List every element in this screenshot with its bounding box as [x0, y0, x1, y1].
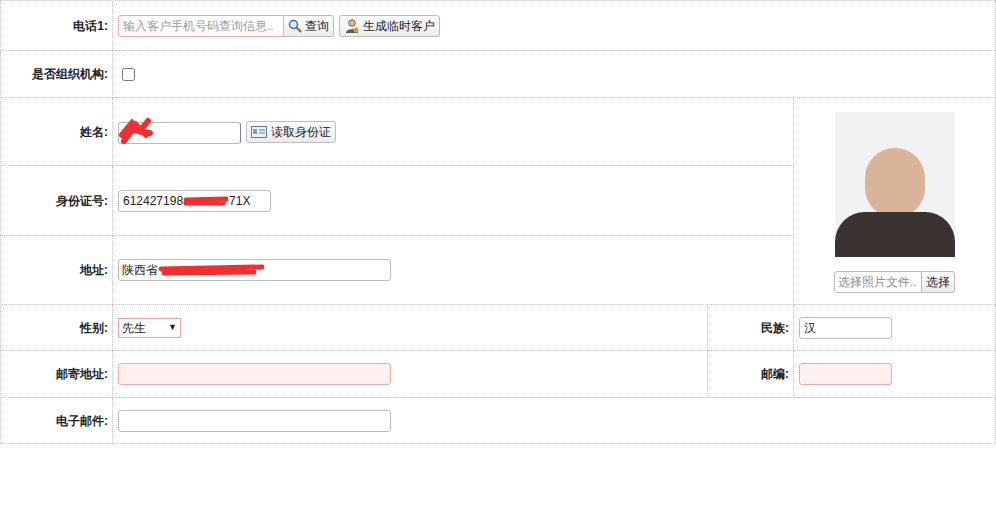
- temp-customer-label: 生成临时客户: [363, 17, 435, 35]
- gender-select[interactable]: 先生 ▼: [118, 318, 181, 338]
- organization-checkbox[interactable]: [122, 68, 135, 81]
- temp-customer-button[interactable]: 生成临时客户: [339, 15, 440, 37]
- id-number-end: 71X: [229, 192, 250, 210]
- mail-address-cell: [113, 351, 708, 398]
- name-cell: 读取身份证: [113, 98, 794, 166]
- customer-photo: [835, 112, 955, 257]
- ethnicity-value: 汉: [804, 319, 816, 337]
- redaction-mark: [118, 115, 154, 145]
- gender-value: 先生: [122, 319, 146, 337]
- gender-label: 性别:: [1, 305, 113, 351]
- postcode-input[interactable]: [799, 363, 892, 385]
- phone-label: 电话1:: [1, 1, 113, 51]
- redaction-mark: [183, 195, 229, 207]
- postcode-label: 邮编:: [708, 351, 794, 398]
- photo-file-input[interactable]: [834, 271, 922, 293]
- address-cell: 陕西省: [113, 236, 794, 305]
- read-id-label: 读取身份证: [271, 123, 331, 141]
- organization-label: 是否组织机构:: [1, 51, 113, 98]
- ethnicity-input[interactable]: 汉: [799, 317, 892, 339]
- redaction-mark: [158, 263, 266, 277]
- address-value: 陕西省: [122, 261, 158, 279]
- email-input[interactable]: [118, 410, 391, 432]
- id-number-start: 612427198: [123, 192, 183, 210]
- ethnicity-label: 民族:: [708, 305, 794, 351]
- organization-cell: [113, 51, 996, 98]
- search-button[interactable]: 查询: [284, 15, 334, 37]
- id-card-icon: [251, 126, 267, 138]
- phone-input[interactable]: [118, 15, 284, 37]
- read-id-button[interactable]: 读取身份证: [246, 121, 336, 143]
- mail-address-input[interactable]: [118, 363, 391, 385]
- magnifier-icon: [288, 19, 302, 33]
- id-number-label: 身份证号:: [1, 166, 113, 236]
- phone-cell: 查询 生成临时客户: [113, 1, 996, 51]
- email-label: 电子邮件:: [1, 398, 113, 444]
- photo-cell: 选择: [794, 98, 996, 305]
- address-label: 地址:: [1, 236, 113, 305]
- email-cell: [113, 398, 996, 444]
- id-number-cell: 612427198 71X: [113, 166, 794, 236]
- choose-photo-button[interactable]: 选择: [922, 271, 955, 293]
- id-number-input[interactable]: 612427198 71X: [118, 190, 271, 212]
- dropdown-arrow: ▼: [168, 321, 177, 335]
- search-label: 查询: [305, 17, 329, 35]
- postcode-cell: [794, 351, 996, 398]
- person-icon: [344, 18, 360, 34]
- name-label: 姓名:: [1, 98, 113, 166]
- address-input[interactable]: 陕西省: [118, 259, 391, 281]
- mail-address-label: 邮寄地址:: [1, 351, 113, 398]
- customer-form: 电话1: 查询 生成临时客户 是否组织机构: 姓名: 读取身份证: [0, 0, 996, 444]
- ethnicity-cell: 汉: [794, 305, 996, 351]
- gender-cell: 先生 ▼: [113, 305, 708, 351]
